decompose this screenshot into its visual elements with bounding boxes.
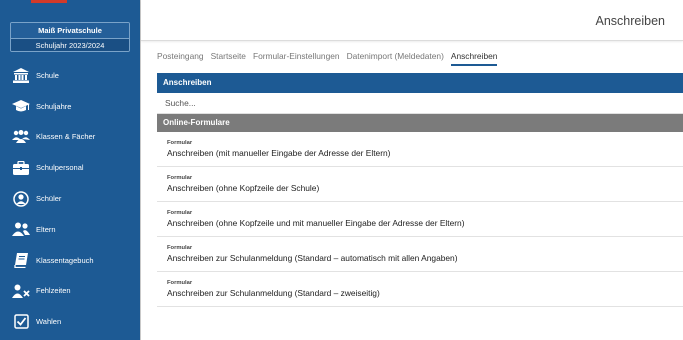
school-name: Maiß Privatschule xyxy=(11,23,129,38)
sidebar-item-label: Schule xyxy=(36,70,59,80)
form-type-label: Formular xyxy=(167,245,193,251)
user-circle-icon xyxy=(12,190,30,207)
list-item[interactable]: Formular Anschreiben zur Schulanmeldung … xyxy=(157,237,683,272)
tab-posteingang[interactable]: Posteingang xyxy=(157,51,204,66)
form-type-label: Formular xyxy=(167,280,193,286)
form-title: Anschreiben zur Schulanmeldung (Standard… xyxy=(167,253,458,263)
form-title: Anschreiben (ohne Kopfzeile und mit manu… xyxy=(167,218,465,228)
main-panel: Anschreiben Suche... Online-Formulare Fo… xyxy=(157,73,683,307)
sidebar-item-label: Fehlzeiten xyxy=(36,286,71,296)
school-selector[interactable]: Maiß Privatschule Schuljahr 2023/2024 xyxy=(10,22,130,52)
form-title: Anschreiben (mit manueller Eingabe der A… xyxy=(167,148,391,158)
tab-datenimport[interactable]: Datenimport (Meldedaten) xyxy=(347,51,444,66)
two-users-icon xyxy=(12,221,30,237)
sidebar-item-eltern[interactable]: Eltern xyxy=(0,214,141,245)
sidebar-item-label: Schulpersonal xyxy=(36,163,84,173)
sidebar-item-schuljahre[interactable]: Schuljahre xyxy=(0,91,141,122)
sidebar-item-klassentagebuch[interactable]: Klassentagebuch xyxy=(0,245,141,276)
sidebar-item-schueler[interactable]: Schüler xyxy=(0,183,141,214)
form-type-label: Formular xyxy=(167,210,193,216)
sidebar-item-label: Klassentagebuch xyxy=(36,255,94,265)
search-input[interactable]: Suche... xyxy=(157,93,683,114)
building-columns-icon xyxy=(12,67,30,83)
tab-formular-einstellungen[interactable]: Formular-Einstellungen xyxy=(253,51,340,66)
sidebar-item-klassen-faecher[interactable]: Klassen & Fächer xyxy=(0,122,141,153)
book-icon xyxy=(12,252,30,268)
sidebar-item-label: Schuljahre xyxy=(36,101,72,111)
app-root: Maiß Privatschule Schuljahr 2023/2024 Sc… xyxy=(0,0,683,340)
sidebar-item-label: Eltern xyxy=(36,224,56,234)
top-header: Anschreiben xyxy=(141,0,683,41)
sidebar-item-label: Wahlen xyxy=(36,317,62,327)
sidebar-item-label: Schüler xyxy=(36,194,62,204)
list-item[interactable]: Formular Anschreiben (ohne Kopfzeile und… xyxy=(157,202,683,237)
sidebar: Maiß Privatschule Schuljahr 2023/2024 Sc… xyxy=(0,0,141,340)
list-item[interactable]: Formular Anschreiben (mit manueller Eing… xyxy=(157,132,683,167)
sidebar-accent xyxy=(31,0,67,3)
tab-bar: Posteingang Startseite Formular-Einstell… xyxy=(157,51,504,66)
page-title: Anschreiben xyxy=(595,14,666,28)
list-item[interactable]: Formular Anschreiben zur Schulanmeldung … xyxy=(157,272,683,307)
sidebar-item-fehlzeiten[interactable]: Fehlzeiten xyxy=(0,276,141,307)
tab-anschreiben[interactable]: Anschreiben xyxy=(450,51,498,66)
user-x-icon xyxy=(12,283,30,299)
users-group-icon xyxy=(12,129,30,145)
sidebar-item-schulpersonal[interactable]: Schulpersonal xyxy=(0,152,141,183)
form-type-label: Formular xyxy=(167,140,193,146)
form-title: Anschreiben zur Schulanmeldung (Standard… xyxy=(167,288,380,298)
sidebar-item-wahlen[interactable]: Wahlen xyxy=(0,306,141,337)
school-year: Schuljahr 2023/2024 xyxy=(11,38,129,51)
section-header: Anschreiben xyxy=(157,73,683,93)
form-title: Anschreiben (ohne Kopfzeile der Schule) xyxy=(167,183,320,193)
graduation-cap-icon xyxy=(12,98,30,114)
sidebar-nav: Schule Schuljahre Klassen & Fächer Schul… xyxy=(0,60,141,337)
checkbox-icon xyxy=(12,314,30,330)
form-type-label: Formular xyxy=(167,175,193,181)
tab-startseite[interactable]: Startseite xyxy=(211,51,246,66)
list-item[interactable]: Formular Anschreiben (ohne Kopfzeile der… xyxy=(157,167,683,202)
briefcase-icon xyxy=(12,160,30,176)
sidebar-item-schule[interactable]: Schule xyxy=(0,60,141,91)
sidebar-item-label: Klassen & Fächer xyxy=(36,132,96,142)
group-header: Online-Formulare xyxy=(157,114,683,132)
